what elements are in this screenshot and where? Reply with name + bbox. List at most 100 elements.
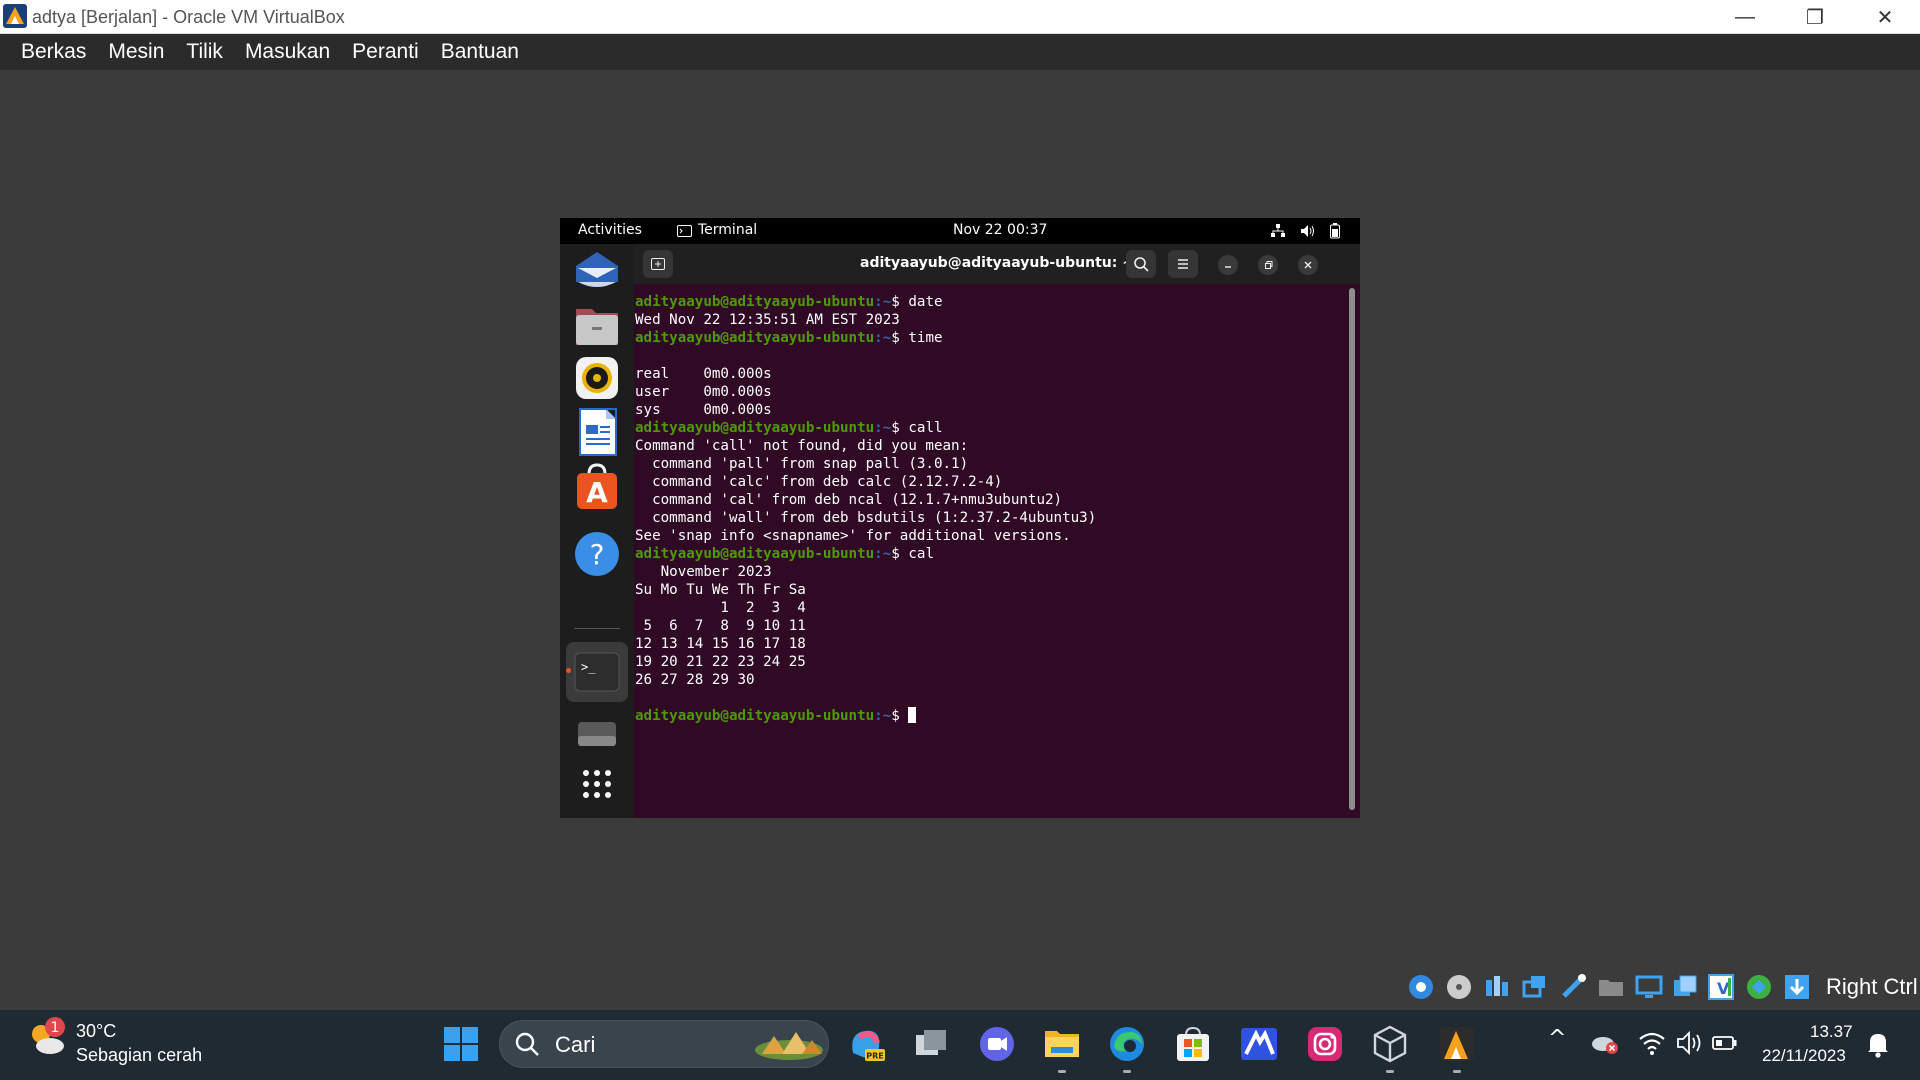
command-text: cal bbox=[908, 546, 934, 562]
thunderbird-icon[interactable] bbox=[572, 246, 622, 296]
menu-peranti[interactable]: Peranti bbox=[341, 40, 430, 64]
minimize-button[interactable]: — bbox=[1710, 0, 1780, 34]
terminal-close-button[interactable] bbox=[1298, 255, 1318, 275]
restore-icon bbox=[1265, 261, 1273, 269]
edge-icon[interactable] bbox=[1106, 1023, 1148, 1065]
display-icon[interactable] bbox=[1634, 972, 1664, 1002]
menu-tilik[interactable]: Tilik bbox=[175, 40, 234, 64]
taskbar-clock-time[interactable]: 13.37 bbox=[1810, 1022, 1853, 1042]
menu-berkas[interactable]: Berkas bbox=[10, 40, 97, 64]
terminal-output-line: 12 13 14 15 16 17 18 bbox=[635, 636, 806, 652]
onedrive-error-icon[interactable] bbox=[1590, 1030, 1620, 1056]
usb-icon[interactable] bbox=[1558, 972, 1588, 1002]
terminal-scrollbar[interactable] bbox=[1349, 288, 1355, 810]
prompt-user: adityaayub@adityaayub-ubuntu bbox=[635, 330, 875, 346]
svg-text:>_: >_ bbox=[581, 660, 596, 674]
file-explorer-icon[interactable] bbox=[1041, 1023, 1083, 1065]
weather-description[interactable]: Sebagian cerah bbox=[76, 1045, 202, 1066]
terminal-output[interactable]: adityaayub@adityaayub-ubuntu:~$ date Wed … bbox=[634, 293, 1344, 813]
terminal-output-line: command 'wall' from deb bsdutils (1:2.37… bbox=[635, 510, 1097, 526]
gnome-clock[interactable]: Nov 22 00:37 bbox=[953, 222, 1047, 238]
command-text: date bbox=[908, 294, 943, 310]
terminal-output-line: real 0m0.000s bbox=[635, 366, 772, 382]
terminal-headerbar: adityaayub@adityaayub-ubuntu: ~ bbox=[634, 244, 1360, 284]
menu-bar: Berkas Mesin Tilik Masukan Peranti Bantu… bbox=[0, 34, 1920, 70]
terminal-output-line: November 2023 bbox=[635, 564, 772, 580]
menu-bantuan[interactable]: Bantuan bbox=[430, 40, 530, 64]
weather-badge-count: 1 bbox=[51, 1020, 60, 1036]
network-wired-icon[interactable] bbox=[1270, 224, 1286, 238]
close-button[interactable]: ✕ bbox=[1850, 0, 1920, 34]
terminal-maximize-button[interactable] bbox=[1258, 255, 1278, 275]
prompt-symbol: $ bbox=[891, 546, 909, 562]
taskbar-clock-date[interactable]: 22/11/2023 bbox=[1762, 1046, 1846, 1066]
virtualbox-vm-window-icon[interactable] bbox=[1436, 1023, 1478, 1065]
keyboard-capture-icon[interactable] bbox=[1782, 972, 1812, 1002]
teams-chat-icon[interactable] bbox=[976, 1023, 1018, 1065]
menu-mesin[interactable]: Mesin bbox=[97, 40, 175, 64]
terminal-search-button[interactable] bbox=[1126, 250, 1156, 278]
command-text: call bbox=[908, 420, 943, 436]
help-icon[interactable]: ? bbox=[572, 529, 622, 579]
network-icon[interactable] bbox=[1520, 972, 1550, 1002]
speaker-icon[interactable] bbox=[1676, 1030, 1704, 1056]
prompt-symbol: $ bbox=[891, 420, 909, 436]
microsoft-store-icon[interactable] bbox=[1172, 1023, 1214, 1065]
instagram-icon[interactable] bbox=[1304, 1023, 1346, 1065]
terminal-small-icon bbox=[677, 225, 692, 237]
drive-icon[interactable] bbox=[572, 710, 622, 760]
virtualbox-logo-icon bbox=[3, 4, 27, 28]
maps-app-icon[interactable] bbox=[1238, 1023, 1280, 1065]
close-icon bbox=[1304, 261, 1312, 269]
minimize-icon bbox=[1225, 266, 1231, 268]
terminal-output-line: 19 20 21 22 23 24 25 bbox=[635, 654, 806, 670]
windows-start-icon[interactable] bbox=[440, 1023, 482, 1065]
audio-icon[interactable] bbox=[1482, 972, 1512, 1002]
shared-folders-icon[interactable] bbox=[1596, 972, 1626, 1002]
guest-screen[interactable]: Activities Terminal Nov 22 00:37 A ? >_ … bbox=[560, 218, 1360, 818]
mouse-integration-icon[interactable] bbox=[1744, 972, 1774, 1002]
app-center-icon[interactable]: A bbox=[572, 462, 622, 512]
battery-icon[interactable] bbox=[1712, 1032, 1738, 1054]
rhythmbox-icon[interactable] bbox=[572, 353, 622, 403]
show-apps-icon[interactable] bbox=[572, 761, 622, 811]
wifi-icon[interactable] bbox=[1638, 1030, 1666, 1056]
optical-drive-icon[interactable] bbox=[1444, 972, 1474, 1002]
windows-taskbar bbox=[0, 1010, 1920, 1080]
search-placeholder[interactable]: Cari bbox=[555, 1032, 595, 1058]
terminal-window[interactable]: adityaayub@adityaayub-ubuntu: ~ adityaay… bbox=[634, 244, 1360, 818]
recording-icon[interactable] bbox=[1670, 972, 1700, 1002]
notification-bell-icon[interactable] bbox=[1866, 1030, 1890, 1058]
battery-icon[interactable] bbox=[1330, 223, 1340, 239]
libreoffice-writer-icon[interactable] bbox=[572, 407, 622, 457]
prompt-path: :~ bbox=[874, 708, 892, 724]
prompt-path: :~ bbox=[874, 546, 892, 562]
terminal-cursor bbox=[908, 707, 917, 723]
terminal-output-line: Wed Nov 22 12:35:51 AM EST 2023 bbox=[635, 312, 900, 328]
prompt-path: :~ bbox=[874, 420, 892, 436]
menu-masukan[interactable]: Masukan bbox=[234, 40, 341, 64]
restore-button[interactable]: ❐ bbox=[1780, 0, 1850, 34]
terminal-menu-button[interactable] bbox=[1168, 250, 1198, 278]
show-hidden-icons-chevron[interactable]: ^ bbox=[1548, 1026, 1566, 1051]
weather-temperature[interactable]: 30°C bbox=[76, 1021, 116, 1042]
task-view-icon[interactable] bbox=[910, 1023, 952, 1065]
copilot-icon[interactable]: PRE bbox=[845, 1023, 887, 1065]
search-highlight-icon bbox=[755, 1032, 823, 1060]
terminal-minimize-button[interactable] bbox=[1218, 255, 1238, 275]
hard-disk-icon[interactable] bbox=[1406, 972, 1436, 1002]
terminal-output-line: command 'cal' from deb ncal (12.1.7+nmu3… bbox=[635, 492, 1063, 508]
running-indicator bbox=[1453, 1070, 1461, 1073]
terminal-icon[interactable]: >_ bbox=[572, 647, 622, 697]
files-icon[interactable] bbox=[572, 301, 622, 351]
virtualbox-app-icon[interactable] bbox=[1369, 1023, 1411, 1065]
active-app-name[interactable]: Terminal bbox=[698, 222, 757, 238]
volume-icon[interactable] bbox=[1300, 224, 1316, 238]
running-indicator bbox=[566, 668, 571, 673]
hamburger-icon bbox=[1178, 259, 1188, 269]
copilot-preview-badge: PRE bbox=[866, 1052, 884, 1061]
prompt-path: :~ bbox=[874, 330, 892, 346]
vt-x-icon[interactable]: V bbox=[1706, 972, 1736, 1002]
activities-button[interactable]: Activities bbox=[578, 222, 642, 238]
